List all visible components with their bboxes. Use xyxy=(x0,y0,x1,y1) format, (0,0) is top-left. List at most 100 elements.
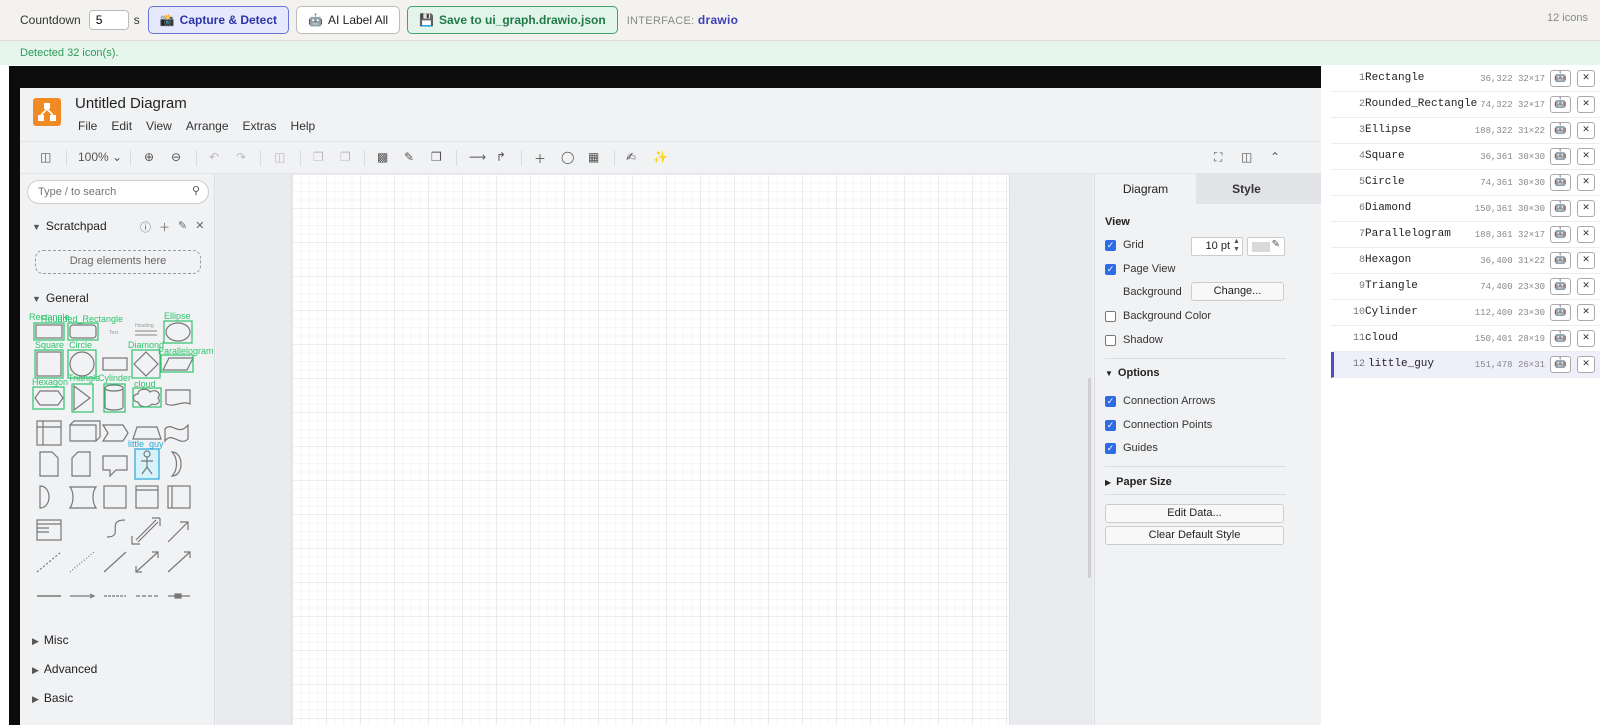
guides-checkbox-box[interactable]: ✓ xyxy=(1105,442,1116,454)
advanced-header[interactable]: ▶ Advanced xyxy=(32,662,97,676)
grid-checkbox-box[interactable]: ✓ xyxy=(1105,239,1116,251)
ai-label-icon[interactable]: 🤖 xyxy=(1550,226,1571,243)
list-item[interactable]: 11 cloud 150,401 28×19 🤖 ✕ xyxy=(1331,326,1600,352)
diagram-title[interactable]: Untitled Diagram xyxy=(75,95,187,112)
delete-icon[interactable]: ✕ xyxy=(1577,96,1595,113)
delete-icon[interactable]: ✕ xyxy=(1577,356,1595,373)
grid-checkbox[interactable]: ✓ Grid xyxy=(1105,239,1144,251)
icon-name[interactable]: Triangle xyxy=(1365,280,1418,292)
connection-arrows-checkbox[interactable]: ✓ Connection Arrows xyxy=(1105,395,1215,407)
line-color-icon[interactable]: ✎ xyxy=(404,150,414,164)
delete-icon[interactable]: ✕ xyxy=(1577,122,1595,139)
shadow-checkbox[interactable]: Shadow xyxy=(1105,334,1163,346)
icon-name[interactable]: cloud xyxy=(1365,332,1398,344)
menu-arrange[interactable]: Arrange xyxy=(186,119,229,133)
to-front-icon[interactable]: ❐ xyxy=(313,150,324,164)
list-item[interactable]: 1 Rectangle 36,322 32×17 🤖 ✕ xyxy=(1331,66,1600,92)
list-item[interactable]: 12 little_guy 151,478 26×31 🤖 ✕ xyxy=(1331,352,1600,378)
menu-help[interactable]: Help xyxy=(291,119,316,133)
zoom-select[interactable]: 100% ⌄ xyxy=(78,150,122,164)
page-view-checkbox-box[interactable]: ✓ xyxy=(1105,263,1116,275)
background-color-checkbox-box[interactable] xyxy=(1105,310,1116,322)
list-item[interactable]: 4 Square 36,361 30×30 🤖 ✕ xyxy=(1331,144,1600,170)
delete-icon[interactable]: ✕ xyxy=(1577,278,1595,295)
delete-icon[interactable]: ✕ xyxy=(1577,200,1595,217)
table-icon[interactable]: ▦ xyxy=(588,150,599,164)
delete-icon[interactable]: ✕ xyxy=(1577,70,1595,87)
delete-icon[interactable]: ✕ xyxy=(1577,226,1595,243)
save-json-button[interactable]: 💾 Save to ui_graph.drawio.json xyxy=(407,6,618,34)
shadow-checkbox-box[interactable] xyxy=(1105,334,1116,346)
freehand-icon[interactable]: ✍ xyxy=(626,150,636,164)
list-item[interactable]: 3 Ellipse 188,322 31×22 🤖 ✕ xyxy=(1331,118,1600,144)
delete-icon[interactable]: ✕ xyxy=(1577,330,1595,347)
menu-extras[interactable]: Extras xyxy=(243,119,277,133)
list-item[interactable]: 9 Triangle 74,400 23×30 🤖 ✕ xyxy=(1331,274,1600,300)
canvas-scrollbar[interactable] xyxy=(1088,378,1091,578)
edit-data-button[interactable]: Edit Data... xyxy=(1105,504,1284,523)
options-heading[interactable]: ▼ Options xyxy=(1105,367,1159,379)
delete-icon[interactable]: ◫ xyxy=(274,150,285,164)
icon-name[interactable]: Hexagon xyxy=(1365,254,1411,266)
connection-icon[interactable]: ⟶ xyxy=(469,150,486,164)
delete-icon[interactable]: ✕ xyxy=(1577,174,1595,191)
ai-label-icon[interactable]: 🤖 xyxy=(1550,330,1571,347)
connection-arrows-checkbox-box[interactable]: ✓ xyxy=(1105,395,1116,407)
menu-file[interactable]: File xyxy=(78,119,97,133)
fullscreen-icon[interactable]: ⛶ xyxy=(1214,150,1222,165)
icon-name[interactable]: little_guy xyxy=(1368,358,1434,370)
ai-label-icon[interactable]: 🤖 xyxy=(1550,252,1571,269)
magic-wand-icon[interactable]: ✨ xyxy=(653,150,668,164)
ai-label-icon[interactable]: 🤖 xyxy=(1550,70,1571,87)
insert-icon[interactable]: ＋ xyxy=(534,150,546,167)
change-background-button[interactable]: Change... xyxy=(1191,282,1284,301)
ai-label-icon[interactable]: 🤖 xyxy=(1550,174,1571,191)
icon-name[interactable]: Diamond xyxy=(1365,202,1411,214)
misc-header[interactable]: ▶ Misc xyxy=(32,633,69,647)
grid-color-picker[interactable]: ✎ xyxy=(1247,237,1285,256)
list-item[interactable]: 2 Rounded_Rectangle 74,322 32×17 🤖 ✕ xyxy=(1331,92,1600,118)
ai-label-icon[interactable]: 🤖 xyxy=(1550,304,1571,321)
shapes-icon[interactable]: ◯ xyxy=(561,150,574,164)
shadow-icon[interactable]: ❐ xyxy=(431,150,442,164)
delete-icon[interactable]: ✕ xyxy=(1577,304,1595,321)
waypoints-icon[interactable]: ↱ xyxy=(496,150,506,164)
countdown-input[interactable] xyxy=(88,10,129,30)
redo-icon[interactable]: ↷ xyxy=(236,150,246,164)
menu-view[interactable]: View xyxy=(146,119,172,133)
guides-checkbox[interactable]: ✓ Guides xyxy=(1105,442,1158,454)
sidebar-toggle-icon[interactable]: ◫ xyxy=(40,150,51,164)
zoom-in-icon[interactable]: ⊕ xyxy=(144,150,154,164)
list-item[interactable]: 10 Cylinder 112,400 23×30 🤖 ✕ xyxy=(1331,300,1600,326)
connection-points-checkbox[interactable]: ✓ Connection Points xyxy=(1105,419,1212,431)
tab-diagram[interactable]: Diagram xyxy=(1095,174,1196,204)
delete-icon[interactable]: ✕ xyxy=(1577,148,1595,165)
icon-name[interactable]: Square xyxy=(1365,150,1405,162)
icon-name[interactable]: Cylinder xyxy=(1365,306,1418,318)
tab-style[interactable]: Style xyxy=(1196,174,1297,204)
background-color-checkbox[interactable]: Background Color xyxy=(1105,310,1211,322)
to-back-icon[interactable]: ❐ xyxy=(340,150,351,164)
list-item[interactable]: 5 Circle 74,361 30×30 🤖 ✕ xyxy=(1331,170,1600,196)
connection-points-checkbox-box[interactable]: ✓ xyxy=(1105,419,1116,431)
ai-label-icon[interactable]: 🤖 xyxy=(1550,278,1571,295)
ai-label-icon[interactable]: 🤖 xyxy=(1550,148,1571,165)
fill-color-icon[interactable]: ▩ xyxy=(377,150,388,164)
clear-default-style-button[interactable]: Clear Default Style xyxy=(1105,526,1284,545)
icon-name[interactable]: Ellipse xyxy=(1365,124,1411,136)
delete-icon[interactable]: ✕ xyxy=(1577,252,1595,269)
basic-header[interactable]: ▶ Basic xyxy=(32,691,73,705)
ai-label-icon[interactable]: 🤖 xyxy=(1550,122,1571,139)
menu-edit[interactable]: Edit xyxy=(111,119,132,133)
icon-name[interactable]: Rectangle xyxy=(1365,72,1424,84)
zoom-out-icon[interactable]: ⊖ xyxy=(171,150,181,164)
diagram-page[interactable] xyxy=(291,174,1010,725)
ai-label-all-button[interactable]: 🤖 AI Label All xyxy=(296,6,401,34)
icon-name[interactable]: Rounded_Rectangle xyxy=(1365,98,1477,110)
capture-detect-button[interactable]: 📸 Capture & Detect xyxy=(147,6,290,34)
collapse-icon[interactable]: ⌃ xyxy=(1270,150,1280,164)
ai-label-icon[interactable]: 🤖 xyxy=(1550,356,1571,373)
icon-name[interactable]: Parallelogram xyxy=(1365,228,1451,240)
grid-size-stepper[interactable]: ▲ ▼ xyxy=(1233,238,1240,254)
ai-label-icon[interactable]: 🤖 xyxy=(1550,96,1571,113)
